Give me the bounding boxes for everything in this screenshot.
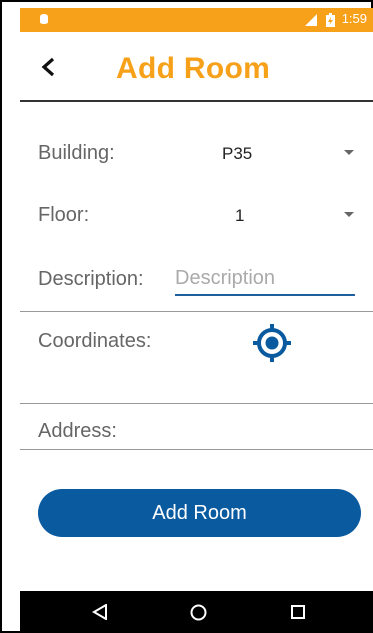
section-divider (20, 449, 373, 450)
add-room-button[interactable]: Add Room (38, 489, 361, 537)
section-divider (20, 403, 373, 404)
description-label: Description: (38, 268, 144, 290)
floor-label: Floor: (38, 204, 90, 226)
coordinates-label: Coordinates: (38, 330, 152, 352)
sim-icon (305, 14, 317, 26)
building-label: Building: (38, 142, 115, 164)
address-label: Address: (38, 420, 117, 442)
home-circle-icon[interactable] (190, 604, 207, 621)
description-input[interactable] (175, 262, 355, 296)
header: Add Room (20, 32, 373, 100)
add-room-screen: Add Room Building: P35 Floor: 1 Descript… (20, 32, 373, 591)
status-bar: 1:59 (20, 8, 373, 32)
floor-select[interactable]: 1 (235, 206, 244, 226)
chevron-down-icon[interactable] (344, 150, 354, 155)
back-triangle-icon[interactable] (92, 604, 108, 620)
page-title: Add Room (116, 52, 271, 85)
section-divider (20, 311, 373, 312)
navigation-bar (20, 591, 373, 633)
battery-charging-icon (326, 13, 335, 27)
notification-icon (40, 14, 48, 24)
recents-square-icon[interactable] (291, 605, 305, 619)
building-select[interactable]: P35 (222, 144, 252, 164)
header-divider (20, 100, 373, 102)
chevron-down-icon[interactable] (344, 212, 354, 217)
status-time: 1:59 (341, 11, 367, 26)
frame-top (0, 0, 373, 2)
frame-left (0, 0, 2, 633)
back-arrow-icon[interactable] (40, 56, 58, 78)
location-target-icon[interactable] (252, 323, 292, 363)
